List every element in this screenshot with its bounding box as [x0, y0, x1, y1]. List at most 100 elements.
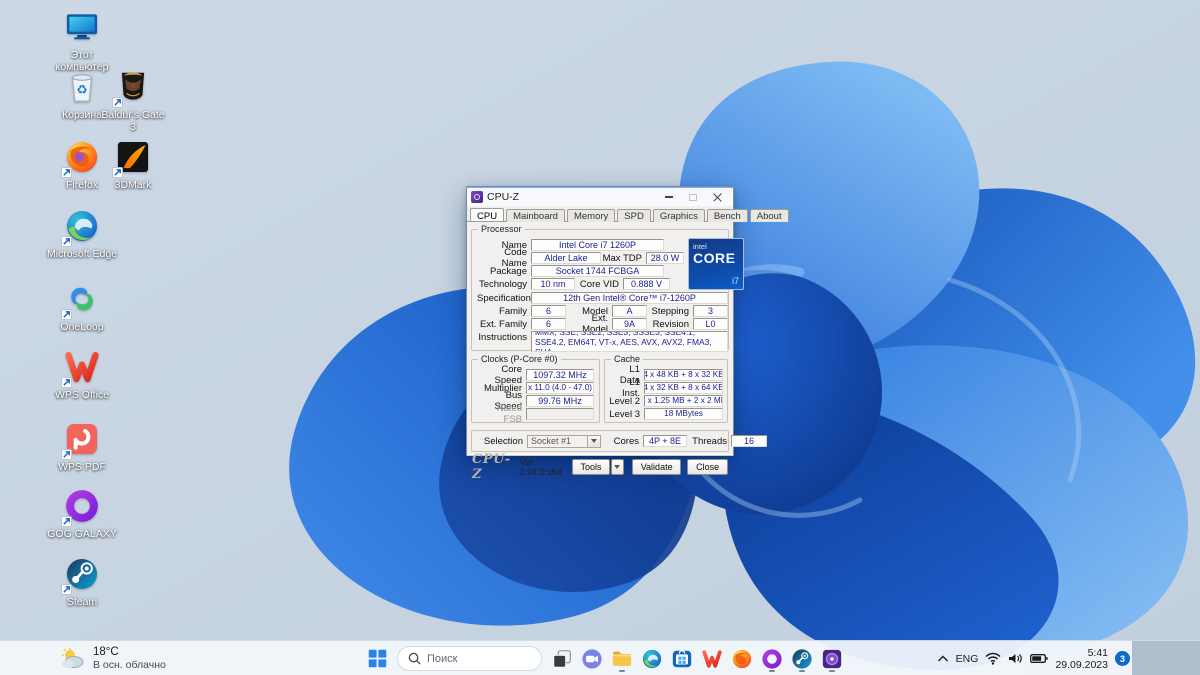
- cpuz-logo: CPU-Z: [472, 451, 511, 482]
- maximize-button: [681, 190, 705, 205]
- taskbar-gog-galaxy[interactable]: [758, 644, 786, 673]
- taskbar-steam[interactable]: [788, 644, 816, 673]
- tab-spd[interactable]: SPD: [617, 209, 651, 222]
- edge-icon: [61, 207, 101, 247]
- tray-chevron-up-icon[interactable]: [937, 655, 949, 663]
- desktop-icon-this-pc[interactable]: Этот компьютер: [46, 8, 118, 73]
- corevid-value: 0.888 V: [623, 278, 670, 290]
- taskbar-search[interactable]: [397, 646, 542, 671]
- chat-icon: [582, 648, 602, 669]
- tools-dropdown-button[interactable]: [610, 458, 624, 475]
- recycle-bin-icon: ♻: [63, 68, 101, 106]
- bus-speed-value: 99.76 MHz: [526, 395, 594, 407]
- language-indicator[interactable]: ENG: [956, 653, 979, 665]
- extfamily-label: Ext. Family: [480, 318, 527, 330]
- tray-time: 5:41: [1087, 646, 1108, 659]
- selection-label: Selection: [483, 435, 523, 447]
- tab-mainboard[interactable]: Mainboard: [506, 209, 565, 222]
- instructions-label: Instructions: [478, 332, 527, 343]
- desktop-icon-label: Baldur's Gate 3: [101, 109, 165, 133]
- gog-galaxy-icon: [762, 648, 782, 669]
- family-value: 6: [531, 305, 566, 317]
- intel-badge-i7: i7: [731, 276, 739, 286]
- shortcut-arrow-icon: [61, 377, 72, 388]
- close-button[interactable]: [705, 190, 729, 205]
- taskbar-firefox[interactable]: [728, 644, 756, 673]
- desktop-icon-oneloop[interactable]: OneLoop: [46, 280, 118, 333]
- shortcut-arrow-icon: [61, 516, 72, 527]
- name-value: Intel Core i7 1260P: [531, 239, 664, 251]
- processor-legend: Processor: [478, 224, 525, 234]
- search-input[interactable]: [427, 652, 527, 665]
- microsoft-store-icon: [672, 649, 692, 667]
- desktop-icon-label: 3DMark: [114, 179, 152, 191]
- tab-bench[interactable]: Bench: [706, 209, 748, 222]
- cores-label: Cores: [613, 435, 639, 447]
- taskbar-task-view[interactable]: [548, 644, 576, 673]
- level3-label: Level 3: [609, 408, 640, 420]
- maxtdp-label: Max TDP: [602, 252, 642, 264]
- oneloop-icon: [61, 280, 101, 320]
- tools-button[interactable]: Tools: [572, 458, 610, 475]
- taskbar-wps-office[interactable]: [698, 644, 726, 673]
- l1-inst-value: 4 x 32 KB + 8 x 64 KB: [644, 382, 723, 394]
- desktop-icon-label: Microsoft Edge: [46, 248, 118, 260]
- cpuz-tab-bar: CPU Mainboard Memory SPD Graphics Bench …: [467, 206, 789, 222]
- cpuz-version: Ver. 2.04.0.x64: [519, 456, 562, 477]
- technology-value: 10 nm: [531, 278, 575, 290]
- tray-date: 29.09.2023: [1055, 658, 1108, 671]
- codename-value: Alder Lake: [531, 252, 601, 264]
- desktop-icon-3dmark[interactable]: 3DMark: [97, 138, 169, 191]
- l1-data-value: 4 x 48 KB + 8 x 32 KB: [644, 369, 723, 381]
- processor-groupbox: Processor Name Intel Core i7 1260P Code …: [471, 224, 744, 352]
- rated-fsb-label: Rated FSB: [496, 403, 522, 425]
- running-indicator: [769, 669, 775, 672]
- windows-logo-icon: [368, 649, 386, 668]
- taskbar-cpuz[interactable]: [818, 644, 846, 673]
- cache-legend: Cache: [611, 354, 644, 364]
- dropdown-arrow-icon[interactable]: [587, 435, 600, 447]
- wifi-icon[interactable]: [985, 652, 1001, 665]
- notification-badge[interactable]: 3: [1115, 651, 1130, 666]
- start-button[interactable]: [363, 644, 391, 673]
- taskbar-edge[interactable]: [638, 644, 666, 673]
- desktop-icon-wps-pdf[interactable]: WPS PDF: [46, 420, 118, 473]
- taskbar-chat[interactable]: [578, 644, 606, 673]
- close-action-button[interactable]: Close: [687, 458, 728, 475]
- tab-about[interactable]: About: [749, 209, 789, 222]
- taskbar-tray: ENG 5:41 29.09.2023 3: [937, 641, 1130, 675]
- cpuz-titlebar[interactable]: CPU-Z: [467, 187, 733, 206]
- clock[interactable]: 5:41 29.09.2023: [1055, 647, 1108, 671]
- taskbar-center: [363, 644, 846, 673]
- tab-memory[interactable]: Memory: [566, 209, 616, 222]
- tab-cpu[interactable]: CPU: [470, 208, 505, 222]
- edge-icon: [642, 649, 662, 668]
- tab-graphics[interactable]: Graphics: [652, 209, 705, 222]
- wps-office-icon: [61, 348, 101, 388]
- search-icon: [408, 652, 421, 665]
- rated-fsb-value: [526, 408, 594, 420]
- desktop-icon-baldurs-gate-3[interactable]: Baldur's Gate 3: [97, 68, 169, 133]
- desktop-icon-wps-office[interactable]: WPS Office: [46, 348, 118, 401]
- weather-widget[interactable]: 18°C В осн. облачно: [60, 644, 166, 673]
- gog-galaxy-icon: [61, 487, 101, 527]
- validate-button[interactable]: Validate: [631, 458, 682, 475]
- weather-condition: В осн. облачно: [93, 659, 166, 671]
- spec-value: 12th Gen Intel® Core™ i7-1260P: [531, 292, 728, 304]
- taskbar-microsoft-store[interactable]: [668, 644, 696, 673]
- desktop-icon-microsoft-edge[interactable]: Microsoft Edge: [46, 207, 118, 260]
- intel-core-i7-badge: intel CORE i7: [688, 238, 744, 290]
- desktop-icon-gog-galaxy[interactable]: GOG GALAXY: [46, 487, 118, 540]
- desktop-icon-label: WPS PDF: [58, 461, 106, 473]
- family-label: Family: [499, 305, 527, 317]
- desktop-icon-steam[interactable]: Steam: [46, 555, 118, 608]
- minimize-button[interactable]: [657, 190, 681, 205]
- extfamily-value: 6: [531, 318, 566, 330]
- volume-icon[interactable]: [1008, 652, 1023, 665]
- socket-selector-dropdown[interactable]: Socket #1: [527, 434, 601, 448]
- battery-icon[interactable]: [1030, 653, 1049, 664]
- taskbar-file-explorer[interactable]: [608, 644, 636, 673]
- cache-groupbox: Cache L1 Data 4 x 48 KB + 8 x 32 KB L1 I…: [604, 354, 728, 423]
- baldurs-gate-3-icon: [112, 68, 152, 108]
- 3dmark-icon: [112, 138, 152, 178]
